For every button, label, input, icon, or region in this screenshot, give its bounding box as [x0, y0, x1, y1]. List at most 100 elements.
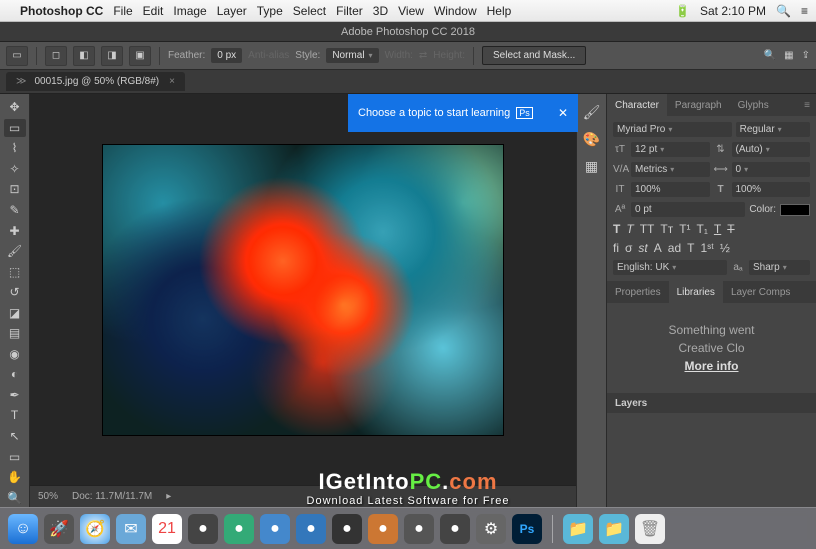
feather-field[interactable]: 0 px: [211, 48, 242, 63]
baseline-field[interactable]: 0 pt: [631, 202, 745, 217]
allcaps-button[interactable]: TT: [640, 222, 655, 236]
marquee-tool-icon[interactable]: ▭: [4, 119, 26, 138]
mail-icon[interactable]: ✉: [116, 514, 146, 544]
app-icon-3[interactable]: ●: [260, 514, 290, 544]
battery-icon[interactable]: 🔋: [675, 4, 690, 18]
language-dropdown[interactable]: English: UK▾: [613, 260, 727, 275]
healing-tool-icon[interactable]: ✚: [4, 221, 26, 240]
menu-3d[interactable]: 3D: [373, 4, 388, 18]
canvas[interactable]: [30, 94, 576, 485]
spotlight-icon[interactable]: 🔍: [776, 4, 791, 18]
subscript-button[interactable]: T₁: [697, 222, 708, 236]
swash-button[interactable]: st: [638, 241, 647, 255]
menu-edit[interactable]: Edit: [143, 4, 164, 18]
brush-panel-icon[interactable]: 🖌: [583, 104, 601, 121]
trash-icon[interactable]: 🗑: [635, 514, 665, 544]
zoom-level[interactable]: 50%: [38, 491, 58, 502]
brush-tool-icon[interactable]: 🖌: [4, 242, 26, 261]
add-selection-icon[interactable]: ◧: [73, 46, 95, 66]
subtract-selection-icon[interactable]: ◨: [101, 46, 123, 66]
document-tab[interactable]: ≫ 00015.jpg @ 50% (RGB/8#) ×: [6, 72, 185, 91]
eraser-tool-icon[interactable]: ◪: [4, 303, 26, 322]
font-size-field[interactable]: 12 pt▾: [631, 142, 710, 157]
menu-filter[interactable]: Filter: [336, 4, 363, 18]
fractions-button[interactable]: 1ˢᵗ: [700, 241, 713, 255]
tab-glyphs[interactable]: Glyphs: [730, 94, 777, 116]
clock[interactable]: Sat 2:10 PM: [700, 4, 766, 18]
finder-icon[interactable]: ☺: [8, 514, 38, 544]
eyedropper-tool-icon[interactable]: ✎: [4, 201, 26, 220]
launchpad-icon[interactable]: 🚀: [44, 514, 74, 544]
tab-libraries[interactable]: Libraries: [669, 281, 723, 303]
dodge-tool-icon[interactable]: ◐: [4, 365, 26, 384]
font-family-dropdown[interactable]: Myriad Pro▾: [613, 122, 732, 137]
workspace-icon[interactable]: ▦: [784, 50, 793, 61]
tool-preset-icon[interactable]: ▭: [6, 46, 28, 66]
app-name[interactable]: Photoshop CC: [20, 4, 103, 18]
titling-button[interactable]: ad: [668, 241, 681, 255]
calendar-icon[interactable]: 21: [152, 514, 182, 544]
menu-select[interactable]: Select: [293, 4, 326, 18]
tracking-field[interactable]: 0▾: [732, 162, 811, 177]
menu-layer[interactable]: Layer: [217, 4, 247, 18]
text-color-swatch[interactable]: [780, 204, 810, 216]
smallcaps-button[interactable]: Tᴛ: [660, 222, 673, 236]
bold-button[interactable]: T: [613, 222, 620, 236]
lasso-tool-icon[interactable]: ⌇: [4, 139, 26, 158]
vscale-field[interactable]: 100%: [631, 182, 710, 197]
zoom-tool-icon[interactable]: 🔍: [4, 488, 26, 507]
blur-tool-icon[interactable]: ◉: [4, 345, 26, 364]
photoshop-dock-icon[interactable]: Ps: [512, 514, 542, 544]
libraries-more-info-link[interactable]: More info: [685, 359, 739, 373]
swatches-panel-icon[interactable]: 🎨: [583, 131, 600, 148]
magic-wand-tool-icon[interactable]: ✧: [4, 160, 26, 179]
folder-icon-1[interactable]: 📁: [563, 514, 593, 544]
app-icon-7[interactable]: ●: [404, 514, 434, 544]
settings-icon[interactable]: ⚙: [476, 514, 506, 544]
menu-type[interactable]: Type: [257, 4, 283, 18]
stylistic-button[interactable]: A: [654, 241, 662, 255]
menu-view[interactable]: View: [398, 4, 424, 18]
share-icon[interactable]: ⇪: [802, 50, 810, 61]
close-tab-icon[interactable]: ×: [169, 76, 175, 87]
pen-tool-icon[interactable]: ✒: [4, 386, 26, 405]
strikethrough-button[interactable]: T: [727, 222, 734, 236]
underline-button[interactable]: T: [714, 222, 721, 236]
app-icon-6[interactable]: ●: [368, 514, 398, 544]
italic-button[interactable]: T: [626, 222, 633, 236]
panel-menu-icon[interactable]: ≡: [798, 100, 816, 111]
close-banner-icon[interactable]: ✕: [558, 106, 568, 120]
ligatures-button[interactable]: fi: [613, 241, 619, 255]
leading-field[interactable]: (Auto)▾: [732, 142, 811, 157]
app-icon-8[interactable]: ●: [440, 514, 470, 544]
grid-panel-icon[interactable]: ▦: [585, 158, 598, 175]
tab-layer-comps[interactable]: Layer Comps: [723, 281, 798, 303]
menu-icon[interactable]: ≡: [801, 4, 808, 18]
search-icon[interactable]: 🔍: [764, 50, 776, 61]
anti-alias-dropdown[interactable]: Sharp▾: [749, 260, 810, 275]
status-chevron-icon[interactable]: ▸: [166, 491, 171, 502]
path-tool-icon[interactable]: ↖: [4, 427, 26, 446]
move-tool-icon[interactable]: ✥: [4, 98, 26, 117]
hscale-field[interactable]: 100%: [732, 182, 811, 197]
tab-properties[interactable]: Properties: [607, 281, 669, 303]
app-icon-5[interactable]: ●: [332, 514, 362, 544]
layers-panel-header[interactable]: Layers: [607, 393, 816, 413]
type-tool-icon[interactable]: T: [4, 406, 26, 425]
style-dropdown[interactable]: Normal▾: [326, 48, 378, 63]
safari-icon[interactable]: 🧭: [80, 514, 110, 544]
app-icon-4[interactable]: ●: [296, 514, 326, 544]
crop-tool-icon[interactable]: ⊡: [4, 180, 26, 199]
shape-tool-icon[interactable]: ▭: [4, 447, 26, 466]
font-weight-dropdown[interactable]: Regular▾: [736, 122, 810, 137]
hand-tool-icon[interactable]: ✋: [4, 468, 26, 487]
tab-paragraph[interactable]: Paragraph: [667, 94, 730, 116]
menu-help[interactable]: Help: [487, 4, 512, 18]
history-brush-tool-icon[interactable]: ↺: [4, 283, 26, 302]
gradient-tool-icon[interactable]: ▤: [4, 324, 26, 343]
menu-image[interactable]: Image: [173, 4, 206, 18]
app-icon-2[interactable]: ●: [224, 514, 254, 544]
select-and-mask-button[interactable]: Select and Mask...: [482, 46, 586, 65]
stamp-tool-icon[interactable]: ⬚: [4, 262, 26, 281]
menu-file[interactable]: File: [113, 4, 132, 18]
